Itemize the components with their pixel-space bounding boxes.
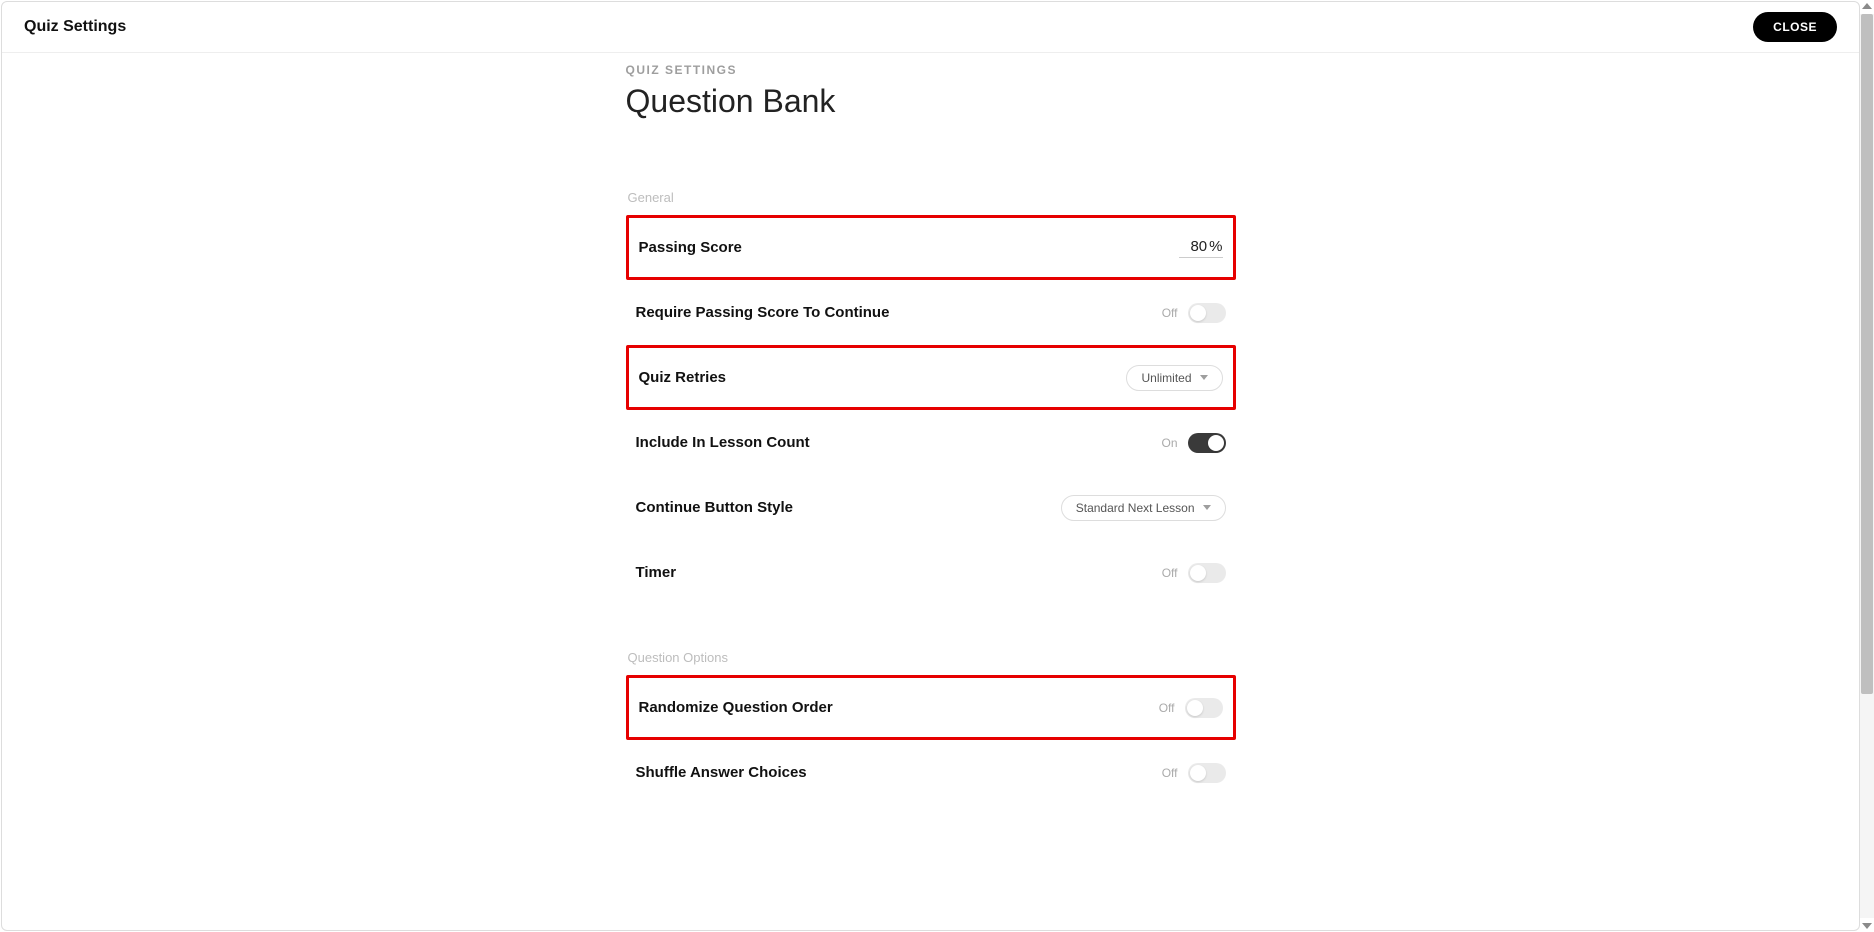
require-passing-status: Off	[1162, 306, 1178, 320]
require-passing-toggle[interactable]	[1188, 303, 1226, 323]
shuffle-choices-status: Off	[1162, 766, 1178, 780]
timer-label: Timer	[636, 564, 677, 581]
scroll-up-icon[interactable]	[1862, 3, 1872, 9]
row-randomize-order: Randomize Question Order Off	[626, 675, 1236, 740]
passing-score-unit: %	[1207, 238, 1222, 255]
row-shuffle-choices: Shuffle Answer Choices Off	[626, 740, 1236, 805]
shuffle-choices-toggle[interactable]	[1188, 763, 1226, 783]
require-passing-label: Require Passing Score To Continue	[636, 304, 890, 321]
shuffle-choices-label: Shuffle Answer Choices	[636, 764, 807, 781]
passing-score-label: Passing Score	[639, 239, 742, 256]
randomize-order-status: Off	[1159, 701, 1175, 715]
scrollbar-thumb[interactable]	[1861, 14, 1873, 694]
row-timer: Timer Off	[626, 540, 1236, 605]
randomize-order-toggle[interactable]	[1185, 698, 1223, 718]
dialog-title: Quiz Settings	[24, 18, 126, 36]
row-passing-score: Passing Score 80 %	[626, 215, 1236, 280]
row-require-passing: Require Passing Score To Continue Off	[626, 280, 1236, 345]
scroll-down-icon[interactable]	[1862, 923, 1872, 929]
continue-style-dropdown[interactable]: Standard Next Lesson	[1061, 495, 1226, 521]
section-question-options-label: Question Options	[626, 650, 1236, 665]
passing-score-control[interactable]: 80 %	[1179, 238, 1222, 258]
randomize-order-label: Randomize Question Order	[639, 699, 833, 716]
chevron-down-icon	[1203, 505, 1211, 510]
quiz-retries-label: Quiz Retries	[639, 369, 727, 386]
dialog-container: Quiz Settings CLOSE QUIZ SETTINGS Questi…	[1, 1, 1860, 931]
row-quiz-retries: Quiz Retries Unlimited	[626, 345, 1236, 410]
row-include-lesson: Include In Lesson Count On	[626, 410, 1236, 475]
include-lesson-toggle[interactable]	[1188, 433, 1226, 453]
include-lesson-status: On	[1161, 436, 1177, 450]
section-general-label: General	[626, 190, 1236, 205]
quiz-retries-dropdown[interactable]: Unlimited	[1126, 365, 1222, 391]
page-title: Question Bank	[626, 83, 1236, 120]
chevron-down-icon	[1200, 375, 1208, 380]
toggle-knob	[1190, 765, 1206, 781]
dialog-header: Quiz Settings CLOSE	[2, 2, 1859, 53]
include-lesson-label: Include In Lesson Count	[636, 434, 810, 451]
quiz-retries-value: Unlimited	[1141, 371, 1191, 385]
dialog-content: QUIZ SETTINGS Question Bank General Pass…	[2, 53, 1859, 845]
timer-toggle[interactable]	[1188, 563, 1226, 583]
passing-score-value: 80	[1179, 238, 1207, 255]
close-button[interactable]: CLOSE	[1753, 12, 1837, 42]
toggle-knob	[1190, 305, 1206, 321]
eyebrow-label: QUIZ SETTINGS	[626, 63, 1236, 77]
timer-status: Off	[1162, 566, 1178, 580]
continue-style-value: Standard Next Lesson	[1076, 501, 1195, 515]
row-continue-style: Continue Button Style Standard Next Less…	[626, 475, 1236, 540]
continue-style-label: Continue Button Style	[636, 499, 794, 516]
toggle-knob	[1190, 565, 1206, 581]
toggle-knob	[1208, 435, 1224, 451]
toggle-knob	[1187, 700, 1203, 716]
